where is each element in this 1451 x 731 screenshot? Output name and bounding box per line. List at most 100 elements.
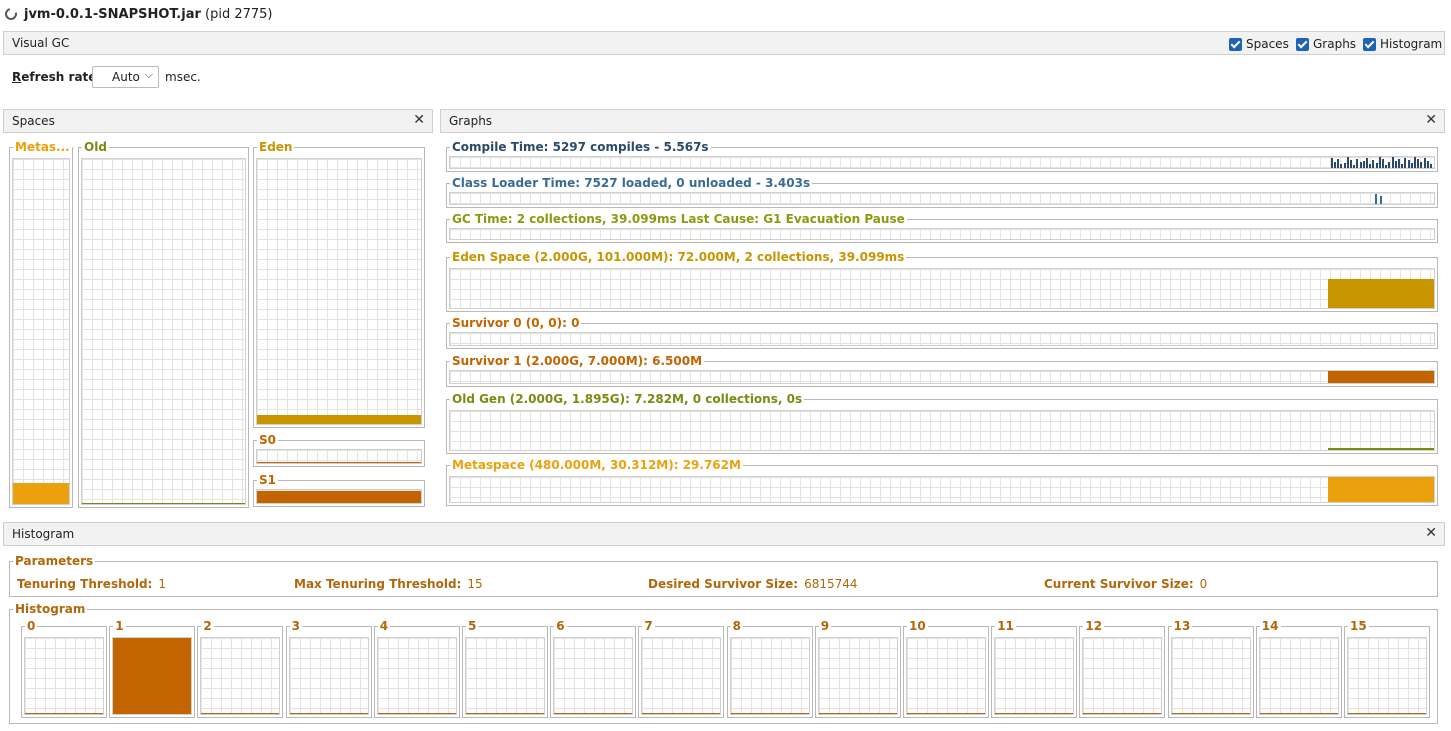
spaces-checkbox[interactable]: Spaces — [1229, 37, 1289, 51]
histogram-bin: 6 — [550, 619, 637, 718]
compile-activity-mark — [1414, 157, 1416, 168]
param-value: 6815744 — [804, 577, 858, 591]
close-icon[interactable]: ✕ — [1425, 112, 1437, 128]
graph-compile-time: Compile Time: 5297 compiles - 5.567s — [446, 140, 1438, 172]
graph-survivor-1-chart — [449, 370, 1435, 384]
histogram-bin-baseline — [642, 713, 721, 714]
histogram-bin-chart — [200, 637, 281, 715]
compile-activity-mark — [1404, 158, 1407, 168]
space-eden: Eden — [253, 140, 425, 428]
histogram-bin: 4 — [373, 619, 460, 718]
graph-survivor-0-label: Survivor 0 (0, 0): 0 — [450, 316, 582, 330]
param-label: Max Tenuring Threshold: — [294, 577, 462, 591]
visual-gc-header: Visual GC Spaces Graphs Histogram — [3, 31, 1445, 55]
compile-activity-mark — [1350, 160, 1352, 168]
histogram-bin-chart — [465, 637, 545, 715]
checkbox-checked-icon — [1363, 37, 1376, 51]
histogram-bin-baseline — [377, 713, 456, 714]
graph-eden-space-bar — [1328, 279, 1434, 308]
graph-class-loader-time: Class Loader Time: 7527 loaded, 0 unload… — [446, 176, 1438, 208]
histogram-bin: 7 — [638, 619, 725, 718]
histogram-bin-label: 1 — [113, 619, 126, 633]
compile-activity-mark — [1369, 164, 1372, 168]
histogram-checkbox[interactable]: Histogram — [1363, 37, 1442, 51]
histogram-bin-chart — [641, 637, 722, 715]
window-titlebar: jvm-0.0.1-SNAPSHOT.jar (pid 2775) — [0, 0, 1451, 30]
graph-eden-space-label: Eden Space (2.000G, 101.000M): 72.000M, … — [450, 250, 907, 264]
compile-activity-mark — [1356, 159, 1359, 168]
histogram-bin-baseline — [730, 713, 809, 714]
graph-survivor-0-chart — [449, 332, 1435, 346]
histogram-bin-baseline — [25, 713, 103, 714]
histogram-bin-fill — [113, 638, 192, 714]
histogram-bin: 11 — [991, 619, 1078, 718]
refresh-rate-select[interactable]: Auto ⌵ — [92, 66, 159, 88]
graph-survivor-0: Survivor 0 (0, 0): 0 — [446, 316, 1438, 349]
refresh-rate-mnemonic: R — [12, 70, 22, 84]
compile-activity-mark — [1375, 163, 1378, 168]
histogram-bin: 10 — [903, 619, 989, 718]
histogram-bin-label: 2 — [201, 619, 214, 633]
space-s1-chart — [256, 489, 422, 504]
spaces-title: Spaces — [12, 114, 55, 128]
graph-old-gen-label: Old Gen (2.000G, 1.895G): 7.282M, 0 coll… — [450, 392, 805, 406]
close-icon[interactable]: ✕ — [1425, 525, 1437, 541]
compile-activity-mark — [1353, 165, 1356, 168]
space-s0: S0 — [253, 433, 425, 467]
histogram-bin-baseline — [995, 713, 1074, 714]
graph-gc-time: GC Time: 2 collections, 39.099ms Last Ca… — [446, 212, 1438, 243]
graph-old-gen-bar — [1328, 448, 1434, 450]
graphs-checkbox[interactable]: Graphs — [1296, 37, 1356, 51]
compile-activity-mark — [1378, 157, 1381, 168]
histogram-bin-baseline — [289, 713, 368, 714]
window-title: jvm-0.0.1-SNAPSHOT.jar (pid 2775) — [24, 7, 273, 22]
param-value: 0 — [1199, 577, 1208, 591]
compile-activity-mark — [1423, 158, 1426, 168]
graph-class-loader-time-label: Class Loader Time: 7527 loaded, 0 unload… — [450, 176, 813, 190]
classloader-activity-mark — [1375, 194, 1377, 204]
histogram-bin-label: 11 — [995, 619, 1016, 633]
graph-survivor-1: Survivor 1 (2.000G, 7.000M): 6.500M — [446, 354, 1438, 387]
graph-gc-time-label: GC Time: 2 collections, 39.099ms Last Ca… — [450, 212, 907, 226]
graph-old-gen: Old Gen (2.000G, 1.895G): 7.282M, 0 coll… — [446, 392, 1438, 454]
histogram-bin-label: 12 — [1083, 619, 1105, 633]
space-s1-label: S1 — [257, 473, 278, 487]
compile-activity-mark — [1337, 159, 1340, 168]
parameters-title: Parameters — [13, 554, 96, 568]
spaces-header: Spaces ✕ — [3, 109, 433, 133]
space-metaspace-label: Metas... — [13, 140, 72, 154]
compile-activity-mark — [1388, 162, 1391, 168]
histogram-bin-baseline — [907, 713, 985, 714]
histogram-bin: 8 — [726, 619, 813, 718]
space-s0-chart — [256, 449, 422, 464]
close-icon[interactable]: ✕ — [413, 112, 425, 128]
histogram-bin-baseline — [1259, 713, 1338, 714]
param-value: 1 — [158, 577, 167, 591]
histogram-bin-chart — [1347, 637, 1427, 715]
histogram-bin-label: 3 — [289, 619, 302, 633]
compile-activity-mark — [1394, 161, 1397, 168]
histogram-bin-label: 5 — [466, 619, 479, 633]
param-tenuring-threshold: Tenuring Threshold: 1 — [17, 577, 166, 591]
space-old-chart — [81, 158, 246, 505]
histogram-bin-chart — [553, 637, 634, 715]
graph-metaspace-label: Metaspace (480.000M, 30.312M): 29.762M — [450, 458, 743, 472]
histogram-bin-chart — [994, 637, 1075, 715]
histogram-bin: 2 — [197, 619, 284, 718]
space-s0-baseline — [257, 462, 421, 463]
compile-activity-mark — [1410, 163, 1413, 168]
graphs-header: Graphs ✕ — [440, 109, 1445, 133]
histogram-header: Histogram ✕ — [3, 522, 1445, 546]
compile-activity-mark — [1420, 162, 1423, 168]
checkbox-checked-icon — [1229, 37, 1242, 51]
param-label: Current Survivor Size: — [1044, 577, 1194, 591]
graph-class-loader-time-chart — [449, 192, 1435, 205]
histogram-bin-label: 7 — [642, 619, 655, 633]
histogram-bin-label: 0 — [25, 619, 38, 633]
compile-activity-mark — [1385, 165, 1388, 168]
histogram-bin-chart — [817, 637, 898, 715]
compile-activity-mark — [1417, 159, 1420, 168]
histogram-bin: 0 — [21, 619, 107, 718]
graph-compile-time-label: Compile Time: 5297 compiles - 5.567s — [450, 140, 711, 154]
param-value: 15 — [467, 577, 483, 591]
